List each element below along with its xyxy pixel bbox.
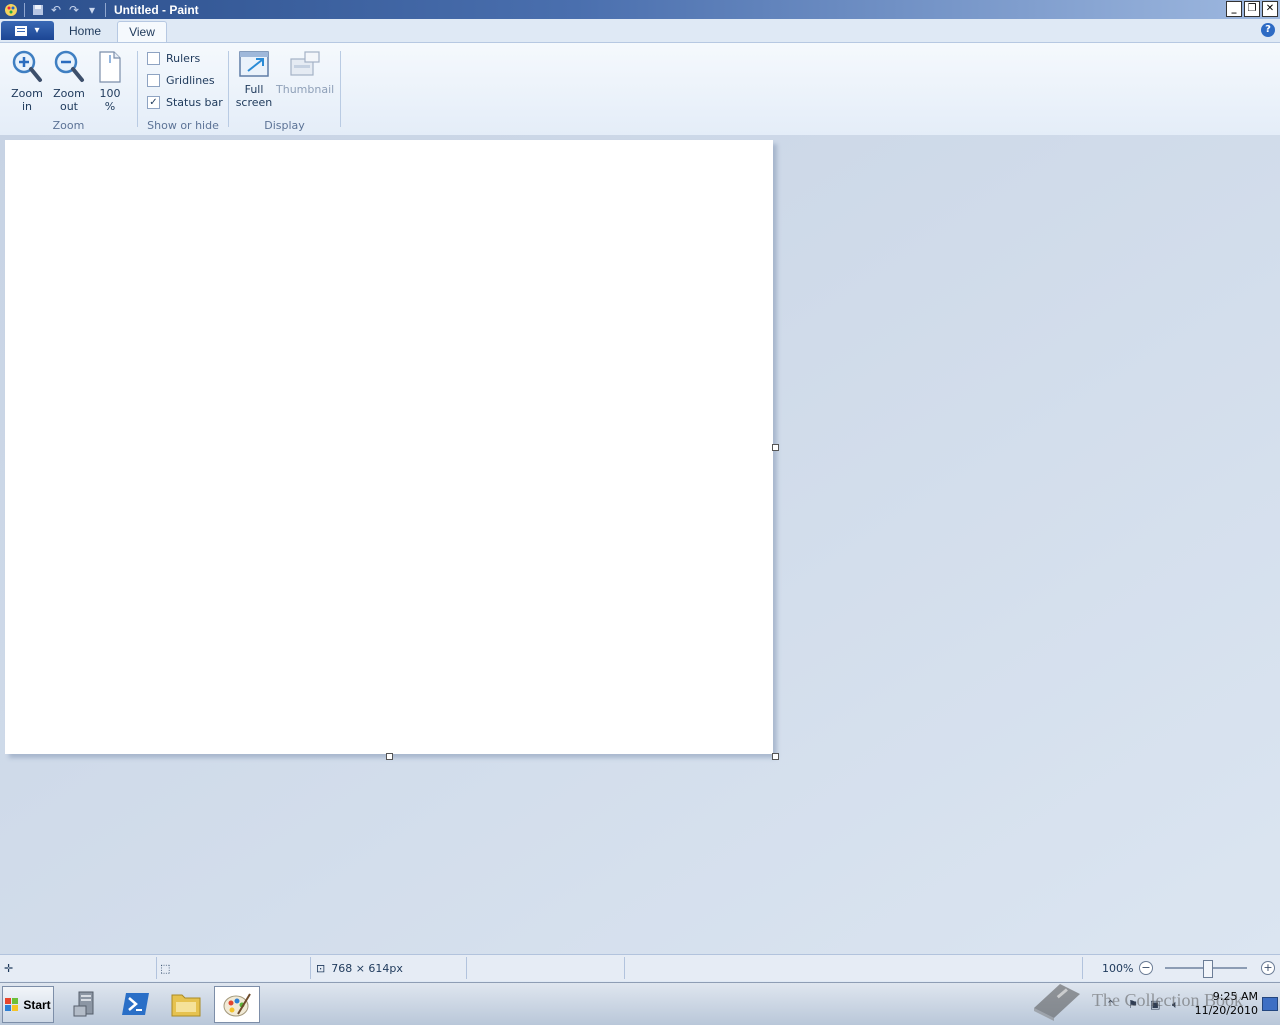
cursor-position-cell: ✛	[4, 957, 157, 979]
powershell-taskbar-button[interactable]	[114, 986, 158, 1021]
qat-separator	[105, 2, 106, 17]
minimize-button[interactable]: _	[1226, 1, 1242, 17]
group-separator	[137, 51, 138, 127]
zoom-in-icon	[12, 50, 42, 82]
zoom-100-label: 100 %	[99, 87, 121, 113]
full-screen-label: Full screen	[235, 83, 273, 109]
resize-handle-corner[interactable]	[772, 753, 779, 760]
zoom-percent: 100%	[1102, 962, 1134, 975]
gridlines-checkbox[interactable]: Gridlines	[147, 74, 215, 87]
title-bar: ↶ ↷ ▾ Untitled - Paint _ ❐ ✕	[0, 0, 1280, 19]
image-size-text: 768 × 614px	[331, 961, 403, 975]
paint-taskbar-button[interactable]	[214, 986, 260, 1023]
rulers-label: Rulers	[166, 52, 201, 65]
status-bar: ✛ ⬚ ⊡ 768 × 614px 100% − +	[0, 954, 1280, 981]
zoom-in-label: Zoom in	[11, 87, 43, 113]
gridlines-label: Gridlines	[166, 74, 215, 87]
windows-logo-icon	[5, 997, 19, 1011]
file-size-cell	[470, 957, 625, 979]
page-icon	[99, 51, 121, 83]
paint-menu-button[interactable]: ▾	[1, 21, 54, 40]
resize-handle-right[interactable]	[772, 444, 779, 451]
zoom-slider-thumb[interactable]	[1203, 960, 1213, 978]
zoom-out-label: Zoom out	[53, 87, 85, 113]
chevron-down-icon: ▾	[34, 25, 40, 36]
status-bar-checkbox[interactable]: ✓ Status bar	[147, 96, 223, 109]
menu-icon	[15, 25, 28, 36]
server-manager-icon	[73, 991, 94, 1016]
resize-handle-bottom[interactable]	[386, 753, 393, 760]
help-icon[interactable]: ?	[1261, 23, 1275, 37]
network-icon[interactable]: ▣	[1150, 998, 1164, 1011]
zoom-out-button[interactable]: Zoom out	[50, 49, 88, 113]
gridlines-check-box[interactable]	[147, 74, 160, 87]
window-title: Untitled - Paint	[114, 2, 199, 17]
explorer-taskbar-button[interactable]	[164, 986, 208, 1021]
show-hidden-icons-icon[interactable]: ⌃	[1106, 998, 1120, 1011]
customize-qat-icon[interactable]: ▾	[83, 1, 101, 18]
group-separator	[340, 51, 341, 127]
start-label: Start	[23, 997, 51, 1012]
status-bar-label: Status bar	[166, 96, 223, 109]
status-blank-cell	[628, 957, 1083, 979]
zoom-100-button[interactable]: 100 %	[92, 49, 128, 113]
ribbon-view: Zoom in Zoom out 100 % Zoom Rulers Gridl…	[0, 42, 1280, 136]
clock-time: 9:25 AM	[1212, 990, 1258, 1003]
tab-home[interactable]: Home	[58, 21, 112, 42]
window-controls: _ ❐ ✕	[1226, 1, 1278, 17]
thumbnail-button[interactable]: Thumbnail	[276, 49, 334, 96]
full-screen-icon	[239, 51, 269, 77]
save-icon[interactable]	[29, 1, 47, 18]
paint-icon	[223, 992, 251, 1016]
full-screen-button[interactable]: Full screen	[234, 49, 274, 109]
selection-icon: ⬚	[160, 961, 171, 975]
restore-button[interactable]: ❐	[1244, 1, 1260, 17]
rulers-check-box[interactable]	[147, 52, 160, 65]
taskbar-clock[interactable]: 9:25 AM 11/20/2010	[1195, 990, 1258, 1018]
image-size-icon: ⊡	[316, 961, 326, 975]
zoom-in-small-button[interactable]: +	[1261, 961, 1275, 975]
zoom-group-label: Zoom	[52, 119, 85, 132]
status-bar-check-box[interactable]: ✓	[147, 96, 160, 109]
start-button[interactable]: Start	[2, 986, 54, 1023]
undo-icon[interactable]: ↶	[47, 1, 65, 18]
server-manager-taskbar-button[interactable]	[64, 986, 108, 1021]
cursor-position-icon: ✛	[4, 961, 14, 975]
volume-icon[interactable]: 🔈︎	[1172, 998, 1186, 1011]
qat-separator	[24, 2, 25, 17]
paint-app-icon[interactable]	[2, 1, 20, 18]
zoom-in-button[interactable]: Zoom in	[8, 49, 46, 113]
zoom-out-small-button[interactable]: −	[1139, 961, 1153, 975]
zoom-out-icon	[54, 50, 84, 82]
thumbnail-label: Thumbnail	[276, 83, 335, 96]
powershell-icon	[122, 992, 149, 1015]
close-button[interactable]: ✕	[1262, 1, 1278, 17]
show-hide-group-label: Show or hide	[147, 119, 219, 132]
ribbon-tab-row: ▾ Home View ?	[0, 19, 1280, 43]
taskbar: Start ⌃ ⚑ ▣ 🔈︎ 9:25 AM 11/20/2010	[0, 982, 1280, 1025]
tab-view[interactable]: View	[117, 21, 167, 43]
canvas-workspace[interactable]	[0, 135, 1280, 954]
thumbnail-icon	[290, 51, 320, 76]
display-group-label: Display	[264, 119, 305, 132]
folder-icon	[171, 994, 201, 1016]
rulers-checkbox[interactable]: Rulers	[147, 52, 200, 65]
action-center-flag-icon[interactable]: ⚑	[1128, 998, 1142, 1011]
clock-date: 11/20/2010	[1194, 1004, 1258, 1017]
quick-access-toolbar: ↶ ↷ ▾	[0, 0, 110, 19]
selection-size-cell: ⬚	[160, 957, 311, 979]
group-separator	[228, 51, 229, 127]
image-size-cell: ⊡ 768 × 614px	[316, 957, 467, 979]
drawing-canvas[interactable]	[5, 140, 773, 754]
show-desktop-icon[interactable]	[1262, 997, 1278, 1011]
redo-icon[interactable]: ↷	[65, 1, 83, 18]
